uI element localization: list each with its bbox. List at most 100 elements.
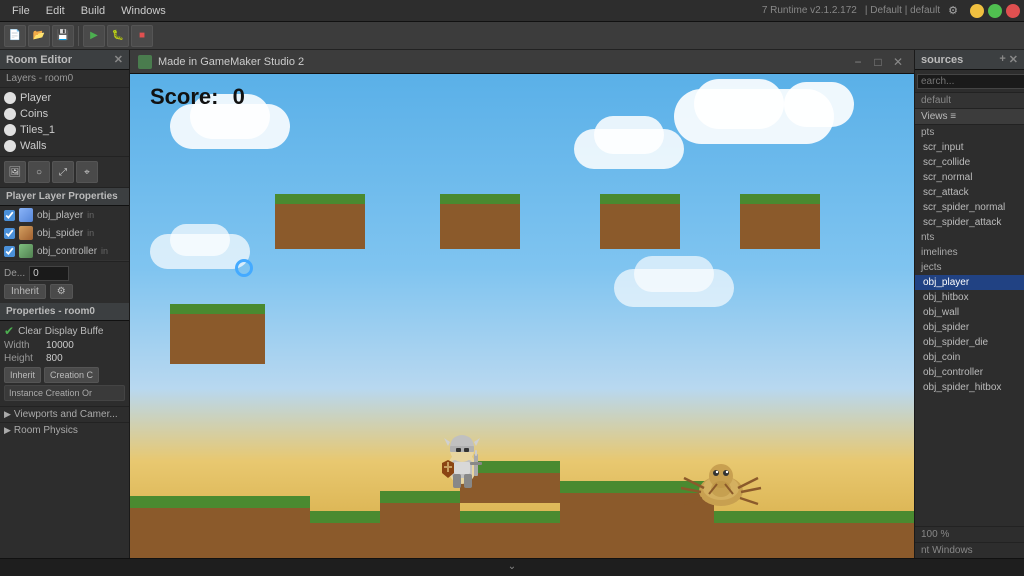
instance-creation-btn[interactable]: Instance Creation Or — [4, 385, 125, 401]
layer-coins-circle — [4, 108, 16, 120]
res-item-scr-input-label: scr_input — [923, 142, 964, 153]
inherit-btn[interactable]: Inherit — [4, 284, 46, 299]
ground-main-body — [310, 523, 714, 558]
prop-spider-checkbox[interactable] — [4, 228, 15, 239]
layer-player-circle — [4, 92, 16, 104]
res-item-obj-spider-label: obj_spider — [923, 322, 969, 333]
res-item-obj-coin-label: obj_coin — [923, 352, 960, 363]
new-btn[interactable]: 📄 — [4, 25, 26, 47]
height-label: Height — [4, 353, 42, 364]
resources-list: pts scr_input scr_collide scr_normal scr… — [915, 125, 1024, 526]
res-item-scr-spider-attack[interactable]: scr_spider_attack — [915, 215, 1024, 230]
res-item-scr-normal[interactable]: scr_normal — [915, 170, 1024, 185]
runtime-info: 7 Runtime v2.1.2.172 — [762, 5, 857, 16]
layer-walls[interactable]: Walls — [0, 138, 129, 154]
menu-build[interactable]: Build — [73, 3, 113, 19]
menu-windows[interactable]: Windows — [113, 3, 174, 19]
res-item-scr-collide[interactable]: scr_collide — [915, 155, 1024, 170]
menu-edit[interactable]: Edit — [38, 3, 73, 19]
ground-right-top — [714, 511, 914, 523]
room-editor-close[interactable]: ✕ — [114, 53, 123, 66]
player-layer-props-header: Player Layer Properties — [0, 188, 129, 206]
stop-btn[interactable]: ■ — [131, 25, 153, 47]
res-folder-timelines[interactable]: imelines — [915, 245, 1024, 260]
resources-close-icon[interactable]: ✕ — [1009, 53, 1018, 66]
res-item-obj-coin[interactable]: obj_coin — [915, 350, 1024, 365]
res-item-obj-player[interactable]: obj_player — [915, 275, 1024, 290]
score-label: Score: — [150, 84, 218, 109]
layer-player[interactable]: Player — [0, 90, 129, 106]
res-item-scr-attack[interactable]: scr_attack — [915, 185, 1024, 200]
game-win-btns: − □ ✕ — [850, 54, 906, 70]
close-btn[interactable] — [1006, 4, 1020, 18]
resources-label: sources — [921, 54, 963, 66]
run-btn[interactable]: ▶ — [83, 25, 105, 47]
depth-label: De... — [4, 268, 25, 279]
zoom-label: 100 % — [921, 529, 949, 540]
layer-tool-extra[interactable]: ⌖ — [76, 161, 98, 183]
game-win-maximize[interactable]: □ — [870, 54, 886, 70]
room-inherit-btn[interactable]: Inherit — [4, 367, 41, 383]
game-win-minimize[interactable]: − — [850, 54, 866, 70]
depth-input[interactable]: 0 — [29, 266, 69, 281]
res-item-obj-spider-hitbox[interactable]: obj_spider_hitbox — [915, 380, 1024, 395]
res-item-obj-spider-hitbox-label: obj_spider_hitbox — [923, 382, 1001, 393]
maximize-btn[interactable] — [988, 4, 1002, 18]
prop-player-tag: in — [87, 210, 94, 220]
resources-search[interactable] — [917, 74, 1024, 89]
res-item-scr-spider-normal[interactable]: scr_spider_normal — [915, 200, 1024, 215]
res-item-obj-controller[interactable]: obj_controller — [915, 365, 1024, 380]
cloud-1c — [784, 82, 854, 127]
platform-4-top — [740, 194, 820, 204]
platform-3-top — [600, 194, 680, 204]
settings-icon[interactable]: ⚙ — [948, 4, 958, 17]
platform-2-top — [440, 194, 520, 204]
prop-spider-icon — [19, 226, 33, 240]
scroll-indicator: ⌄ — [508, 561, 516, 572]
layer-tool-move[interactable]: ⤢ — [52, 161, 74, 183]
layer-coins-label: Coins — [20, 108, 48, 120]
score-display: Score: 0 — [150, 84, 245, 110]
prop-ctrl-checkbox[interactable] — [4, 246, 15, 257]
game-win-close[interactable]: ✕ — [890, 54, 906, 70]
layer-coins[interactable]: Coins — [0, 106, 129, 122]
debug-btn[interactable]: 🐛 — [107, 25, 129, 47]
res-folder-nts[interactable]: nts — [915, 230, 1024, 245]
res-item-obj-hitbox[interactable]: obj_hitbox — [915, 290, 1024, 305]
prop-ctrl-icon — [19, 244, 33, 258]
room-props-header: Properties - room0 — [0, 303, 129, 321]
res-item-obj-wall[interactable]: obj_wall — [915, 305, 1024, 320]
resources-add-icon[interactable]: + — [999, 53, 1005, 66]
prop-player-checkbox[interactable] — [4, 210, 15, 221]
depth-section: De... 0 Inherit ⚙ — [0, 261, 129, 303]
layer-tool-circle[interactable]: ○ — [28, 161, 50, 183]
layer-tool-img[interactable]: 🖼 — [4, 161, 26, 183]
status-bar: ⌄ — [0, 558, 1024, 576]
save-btn[interactable]: 💾 — [52, 25, 74, 47]
viewports-cameras-section[interactable]: ▶ Viewports and Camer... — [0, 406, 129, 422]
res-folder-timelines-label: imelines — [921, 247, 958, 258]
res-folder-objects-label: jects — [921, 262, 942, 273]
layer-walls-label: Walls — [20, 140, 46, 152]
open-btn[interactable]: 📂 — [28, 25, 50, 47]
menu-file[interactable]: File — [4, 3, 38, 19]
left-panel: Room Editor ✕ Layers - room0 Player Coin… — [0, 50, 130, 558]
room-creation-btn[interactable]: Creation C — [44, 367, 99, 383]
room-editor-label: Room Editor — [6, 54, 72, 66]
platform-1-top — [275, 194, 365, 204]
layer-tiles[interactable]: Tiles_1 — [0, 122, 129, 138]
res-item-scr-collide-label: scr_collide — [923, 157, 970, 168]
game-window: Made in GameMaker Studio 2 − □ ✕ — [130, 50, 914, 558]
viewports-label: Viewports and Camer... — [14, 409, 118, 420]
room-physics-section[interactable]: ▶ Room Physics — [0, 422, 129, 438]
res-folder-pts[interactable]: pts — [915, 125, 1024, 140]
res-item-obj-spider-die[interactable]: obj_spider_die — [915, 335, 1024, 350]
gear-btn[interactable]: ⚙ — [50, 284, 73, 299]
res-folder-objects[interactable]: jects — [915, 260, 1024, 275]
minimize-btn[interactable] — [970, 4, 984, 18]
res-item-scr-input[interactable]: scr_input — [915, 140, 1024, 155]
room-props-content: ✔ Clear Display Buffe Width 10000 Height… — [0, 321, 129, 406]
knight-character — [430, 418, 495, 493]
room-editor-header: Room Editor ✕ — [0, 50, 129, 70]
res-item-obj-spider[interactable]: obj_spider — [915, 320, 1024, 335]
